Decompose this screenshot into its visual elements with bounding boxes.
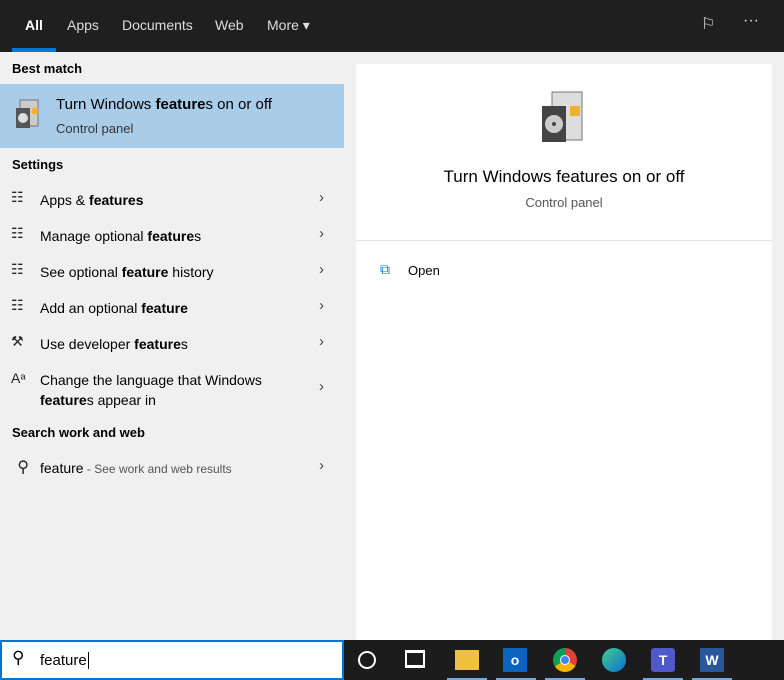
task-view-icon[interactable]: [405, 650, 425, 668]
result-apps-features[interactable]: ☷ Apps & features ›: [0, 180, 344, 216]
chevron-right-icon: ›: [319, 457, 324, 474]
best-match-title: Turn Windows features on or off: [56, 96, 272, 113]
tab-web[interactable]: Web: [215, 0, 244, 52]
search-icon: ⚲: [17, 459, 29, 476]
list-icon: ☷: [11, 225, 24, 241]
detail-pane: Turn Windows features on or off Control …: [356, 64, 772, 640]
language-icon: Aᵃ: [11, 370, 26, 386]
feedback-icon[interactable]: ⚐: [701, 14, 715, 34]
list-icon: ☷: [11, 189, 24, 205]
windows-features-icon: [16, 99, 39, 128]
word-icon[interactable]: W: [700, 648, 724, 672]
best-match-item[interactable]: Turn Windows features on or off Control …: [0, 84, 344, 148]
outlook-icon[interactable]: o: [503, 648, 527, 672]
chevron-right-icon: ›: [319, 261, 324, 278]
settings-header: Settings: [12, 157, 64, 172]
windows-features-large-icon: [542, 91, 583, 142]
filter-bar: All Apps Documents Web More ▾ ⚐ ···: [0, 0, 784, 52]
chevron-right-icon: ›: [319, 189, 324, 206]
list-icon: ☷: [11, 261, 24, 277]
result-manage-optional-features[interactable]: ☷ Manage optional features ›: [0, 216, 344, 252]
teams-icon[interactable]: T: [651, 648, 675, 672]
cortana-icon[interactable]: [358, 651, 376, 669]
open-icon: ⧉: [380, 261, 390, 277]
edge-icon[interactable]: [602, 648, 626, 672]
more-options-icon[interactable]: ···: [743, 12, 759, 30]
list-icon: ☷: [11, 297, 24, 313]
result-add-optional-feature[interactable]: ☷ Add an optional feature ›: [0, 288, 344, 324]
tab-documents[interactable]: Documents: [122, 0, 193, 52]
chevron-right-icon: ›: [319, 225, 324, 242]
chevron-right-icon: ›: [319, 333, 324, 350]
web-search-result[interactable]: ⚲ feature - See work and web results ›: [0, 448, 344, 484]
divider: [356, 240, 772, 241]
tab-all[interactable]: All: [12, 0, 56, 52]
search-input[interactable]: feature: [40, 652, 89, 669]
best-match-header: Best match: [12, 61, 83, 76]
result-developer-features[interactable]: ⚒ Use developer features ›: [0, 324, 344, 360]
search-box[interactable]: ⚲ feature: [0, 640, 344, 680]
detail-title: Turn Windows features on or off: [443, 167, 685, 186]
open-action[interactable]: ⧉ Open: [378, 260, 498, 284]
tab-more[interactable]: More ▾: [267, 0, 310, 52]
search-web-header: Search work and web: [12, 425, 145, 440]
chevron-right-icon: ›: [319, 297, 324, 314]
tab-apps[interactable]: Apps: [67, 0, 99, 52]
file-explorer-icon[interactable]: [455, 650, 479, 670]
chrome-icon[interactable]: [553, 648, 577, 672]
developer-tools-icon: ⚒: [11, 333, 24, 349]
result-change-language[interactable]: Aᵃ Change the language that Windows featu…: [0, 360, 344, 416]
detail-subtitle: Control panel: [525, 195, 603, 210]
result-optional-feature-history[interactable]: ☷ See optional feature history ›: [0, 252, 344, 288]
best-match-subtitle: Control panel: [56, 121, 134, 136]
search-icon: ⚲: [12, 648, 25, 667]
chevron-right-icon: ›: [319, 378, 324, 395]
